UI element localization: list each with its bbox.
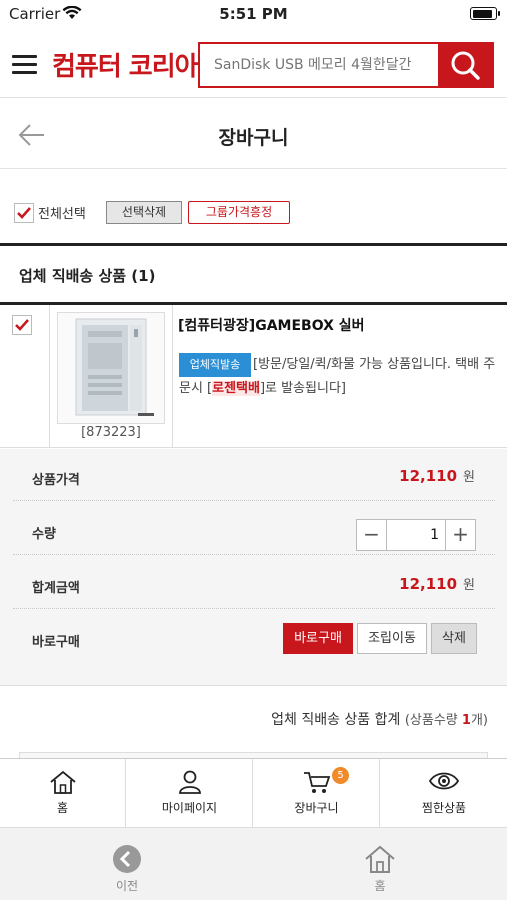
total-value: 12,110 원 bbox=[399, 574, 475, 593]
home-icon bbox=[49, 770, 76, 794]
summary-suffix: 개) bbox=[470, 713, 488, 728]
tab-label: 홈 bbox=[56, 801, 69, 815]
courier-name: 로젠택배 bbox=[212, 381, 260, 396]
quantity-label: 수량 bbox=[32, 527, 56, 542]
search-box bbox=[198, 42, 494, 88]
price-label: 상품가격 bbox=[32, 473, 80, 488]
page-title: 장바구니 bbox=[218, 127, 289, 149]
section-header: 업체 직배송 상품 (1) bbox=[0, 246, 507, 302]
app-header: 컴퓨터 코리아 bbox=[0, 30, 507, 98]
eye-icon bbox=[428, 772, 460, 790]
price-amount: 12,110 bbox=[399, 467, 458, 485]
search-button[interactable] bbox=[438, 44, 492, 86]
search-input[interactable] bbox=[200, 44, 440, 86]
buy-now-button[interactable]: 바로구매 bbox=[283, 623, 353, 654]
decrease-button[interactable]: − bbox=[357, 520, 387, 550]
section-summary: 업체 직배송 상품 합계 (상품수량 1개) bbox=[0, 687, 507, 757]
assemble-button[interactable]: 조립이동 bbox=[357, 623, 427, 654]
shipping-text: ]로 발송됩니다] bbox=[259, 381, 347, 396]
product-name[interactable]: [컴퓨터광장]GAMEBOX 실버 bbox=[178, 315, 365, 335]
price-value: 12,110 원 bbox=[399, 466, 475, 485]
person-icon bbox=[178, 770, 201, 794]
quantity-row: 수량 − 1 + bbox=[13, 503, 495, 555]
summary-prefix: (상품수량 bbox=[404, 713, 462, 728]
summary-count: (상품수량 1개) bbox=[405, 713, 488, 728]
pc-case-image bbox=[75, 318, 154, 416]
browser-toolbar: 이전 홈 bbox=[0, 827, 507, 900]
item-checkbox[interactable] bbox=[12, 315, 32, 335]
divider bbox=[172, 305, 173, 448]
back-circle-icon bbox=[113, 845, 141, 873]
delete-button[interactable]: 삭제 bbox=[431, 623, 477, 654]
total-row: 합계금액 12,110 원 bbox=[13, 557, 495, 609]
group-price-button[interactable]: 그룹가격흥정 bbox=[188, 201, 290, 224]
currency: 원 bbox=[463, 470, 475, 485]
section-title-text: 업체 직배송 상품 bbox=[19, 267, 127, 285]
page-header: 장바구니 bbox=[0, 99, 507, 169]
shipping-badge: 업체직발송 bbox=[179, 353, 251, 377]
cart-icon bbox=[303, 772, 330, 793]
quantity-input[interactable]: 1 bbox=[387, 520, 445, 550]
tab-home[interactable]: 홈 bbox=[0, 759, 126, 827]
home-icon bbox=[365, 845, 395, 873]
browser-home-label: 홈 bbox=[374, 879, 386, 893]
product-image[interactable] bbox=[57, 312, 165, 424]
total-amount: 12,110 bbox=[399, 575, 458, 593]
cart-page: Carrier 5:51 PM 컴퓨터 코리아 장바구니 bbox=[0, 0, 507, 900]
clock: 5:51 PM bbox=[219, 5, 288, 23]
product-code: [873223] bbox=[81, 425, 141, 440]
tab-mypage[interactable]: 마이페이지 bbox=[127, 759, 253, 827]
summary-text: 업체 직배송 상품 합계 (상품수량 1개) bbox=[271, 709, 488, 729]
battery-icon bbox=[470, 7, 500, 20]
cart-badge: 5 bbox=[332, 767, 349, 784]
currency: 원 bbox=[463, 578, 475, 593]
total-label: 합계금액 bbox=[32, 581, 80, 596]
select-all-label[interactable]: 전체선택 bbox=[38, 203, 86, 222]
tab-wishlist[interactable]: 찜한상품 bbox=[381, 759, 507, 827]
browser-back-label: 이전 bbox=[115, 879, 139, 893]
buy-label: 바로구매 bbox=[32, 635, 80, 650]
checkmark-icon bbox=[17, 207, 31, 219]
menu-icon[interactable] bbox=[12, 55, 37, 75]
price-row: 상품가격 12,110 원 bbox=[13, 449, 495, 501]
cart-item: [873223] [컴퓨터광장]GAMEBOX 실버 [방문/당일/퀵/화물 가… bbox=[0, 305, 507, 448]
search-icon bbox=[451, 51, 480, 80]
increase-button[interactable]: + bbox=[445, 520, 475, 550]
tab-cart[interactable]: 5 장바구니 bbox=[254, 759, 380, 827]
select-all-checkbox[interactable] bbox=[14, 203, 34, 223]
status-bar: Carrier 5:51 PM bbox=[0, 0, 507, 30]
summary-title: 업체 직배송 상품 합계 bbox=[271, 712, 401, 728]
tab-bar: 홈 마이페이지 5 장바구니 찜한상품 bbox=[0, 758, 507, 827]
tab-label: 찜한상품 bbox=[421, 801, 467, 815]
browser-home-button[interactable]: 홈 bbox=[340, 842, 420, 896]
section-title: 업체 직배송 상품 (1) bbox=[19, 267, 156, 285]
section-count: 1 bbox=[138, 267, 149, 285]
quantity-stepper: − 1 + bbox=[356, 519, 476, 551]
browser-back-button[interactable]: 이전 bbox=[87, 842, 167, 896]
summary-count-number: 1 bbox=[461, 713, 471, 728]
checkmark-icon bbox=[15, 319, 29, 331]
selection-toolbar: 전체선택 선택삭제 그룹가격흥정 bbox=[0, 170, 507, 244]
logo[interactable]: 컴퓨터 코리아 bbox=[52, 46, 199, 83]
tab-label: 장바구니 bbox=[294, 801, 339, 815]
delete-selected-button[interactable]: 선택삭제 bbox=[106, 201, 182, 224]
tab-label: 마이페이지 bbox=[161, 801, 218, 815]
